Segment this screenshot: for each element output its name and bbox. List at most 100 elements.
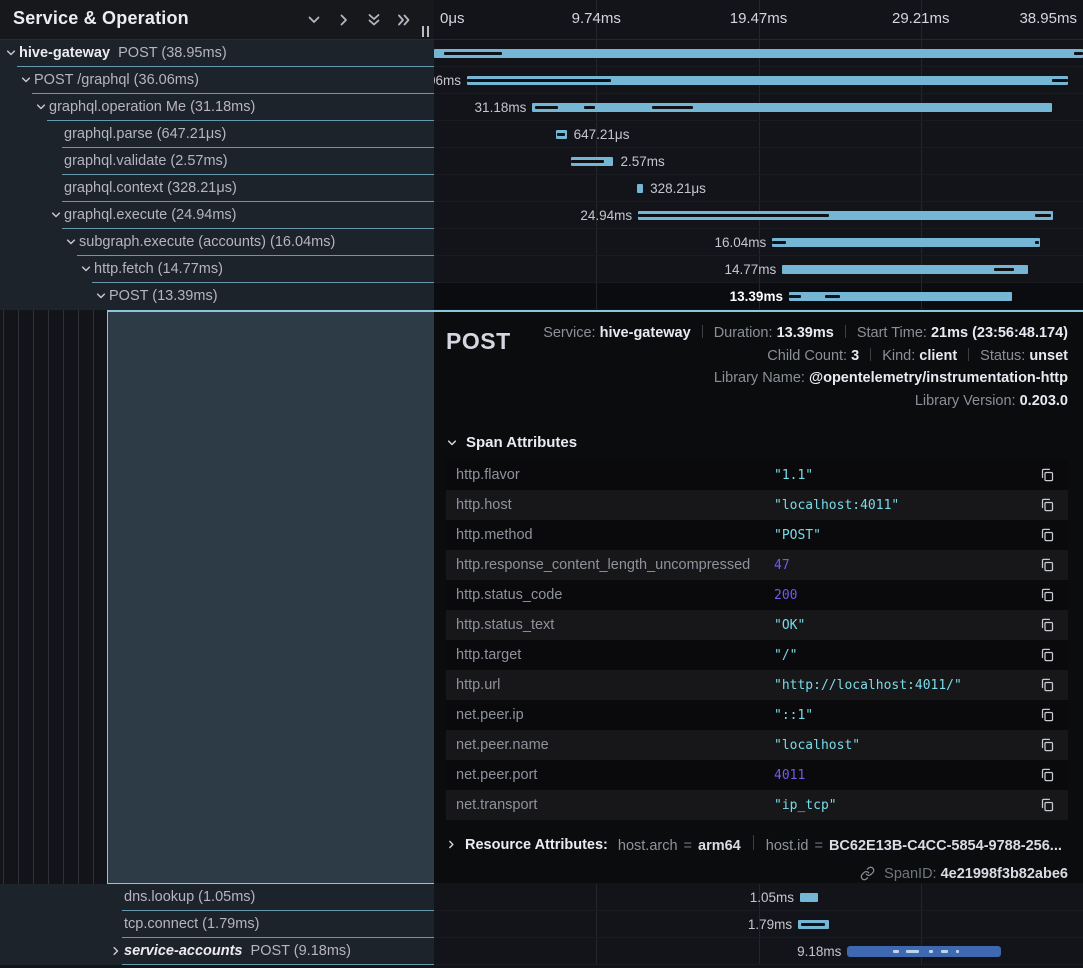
copy-icon[interactable] [1038,466,1056,484]
span-duration-bar[interactable] [467,76,1068,85]
span-duration-label: 13.39ms [730,283,783,310]
chevron-down-icon[interactable] [80,263,93,276]
span-row-name[interactable]: hive-gateway POST (38.95ms) [0,40,434,67]
span-row-name[interactable]: graphql.context (328.21μs) [0,175,434,202]
attribute-value: "localhost:4011" [774,498,1038,513]
span-attributes-header[interactable]: Span Attributes [446,434,1068,451]
timeline-gridline [759,938,760,964]
span-row-name[interactable]: dns.lookup (1.05ms) [0,884,434,911]
span-duration-bar[interactable] [434,49,1083,58]
meta-value: client [919,348,957,364]
resource-divider [753,835,754,850]
child-span-marker [941,950,949,953]
span-row-timeline[interactable]: 9.18ms [434,938,1083,965]
attribute-value: "::1" [774,708,1038,723]
expand-one-icon[interactable] [335,11,352,28]
span-row-name[interactable]: graphql.validate (2.57ms) [0,148,434,175]
copy-icon[interactable] [1038,736,1056,754]
link-icon[interactable] [860,866,875,881]
span-duration-bar[interactable] [532,103,1051,112]
span-row-timeline[interactable]: 14.77ms [434,256,1083,283]
span-row-timeline[interactable]: 36.06ms [434,67,1083,94]
span-duration-label: 2.57ms [620,148,664,175]
chevron-down-icon[interactable] [95,290,108,303]
copy-icon[interactable] [1038,706,1056,724]
chevron-down-icon[interactable] [20,74,33,87]
chevron-down-icon[interactable] [50,209,63,222]
span-row-name[interactable]: service-accounts POST (9.18ms) [0,938,434,965]
timeline-rows-bottom: 1.05ms1.79ms9.18ms [434,884,1083,965]
child-span-marker [584,106,594,109]
span-row-timeline[interactable]: 1.79ms [434,911,1083,938]
span-row-timeline[interactable]: 328.21μs [434,175,1083,202]
meta-value: @opentelemetry/instrumentation-http [809,370,1068,386]
span-id-value: 4e21998f3b82abe6 [941,866,1068,882]
resource-key: host.arch [618,838,678,854]
chevron-right-icon[interactable] [110,945,123,958]
span-row-name[interactable]: graphql.execute (24.94ms) [0,202,434,229]
copy-icon[interactable] [1038,766,1056,784]
chevron-down-icon[interactable] [65,236,78,249]
collapse-one-icon[interactable] [305,11,322,28]
span-row-timeline[interactable]: 647.21μs [434,121,1083,148]
timeline-gridline [921,175,922,201]
span-duration-bar[interactable] [571,157,614,166]
span-row-name[interactable]: POST /graphql (36.06ms) [0,67,434,94]
attribute-value: "localhost" [774,738,1038,753]
span-duration-bar[interactable] [847,946,1000,957]
span-row-timeline[interactable]: 2.57ms [434,148,1083,175]
span-row-timeline[interactable]: 24.94ms [434,202,1083,229]
copy-icon[interactable] [1038,556,1056,574]
operation-name: POST /graphql (36.06ms) [34,72,199,88]
column-resize-grip[interactable] [422,26,429,37]
attribute-value: "OK" [774,618,1038,633]
timeline-gridline [921,148,922,174]
span-row-name[interactable]: graphql.operation Me (31.18ms) [0,94,434,121]
span-duration-label: 14.77ms [724,256,776,283]
span-row-timeline[interactable]: 16.04ms [434,229,1083,256]
span-duration-bar[interactable] [638,211,1053,220]
span-duration-bar[interactable] [637,184,643,193]
chevron-down-icon[interactable] [5,47,18,60]
span-row-name[interactable]: subgraph.execute (accounts) (16.04ms) [0,229,434,256]
span-duration-label: 24.94ms [580,202,632,229]
span-duration-label: 328.21μs [650,175,706,202]
timeline-gridline [759,121,760,147]
meta-value: 13.39ms [777,325,834,341]
resource-value: BC62E13B-C4CC-5854-9788-256... [829,838,1062,854]
span-duration-bar[interactable] [800,893,818,902]
copy-icon[interactable] [1038,616,1056,634]
span-row-name[interactable]: http.fetch (14.77ms) [0,256,434,283]
collapse-all-icon[interactable] [365,11,382,28]
span-row-timeline[interactable]: 31.18ms [434,94,1083,121]
child-span-marker [801,923,825,926]
child-span-marker [1074,52,1083,55]
copy-icon[interactable] [1038,646,1056,664]
attribute-value: 200 [774,588,1038,603]
span-row-name[interactable]: tcp.connect (1.79ms) [0,911,434,938]
copy-icon[interactable] [1038,526,1056,544]
resource-attributes-row[interactable]: Resource Attributes: host.arch=arm64host… [446,835,1068,854]
span-row-timeline[interactable] [434,40,1083,67]
span-duration-bar[interactable] [798,920,829,929]
timeline-axis: 0μs9.74ms19.47ms29.21ms38.95ms [434,0,1083,40]
copy-icon[interactable] [1038,676,1056,694]
span-row-name[interactable]: graphql.parse (647.21μs) [0,121,434,148]
span-duration-bar[interactable] [782,265,1028,274]
copy-icon[interactable] [1038,796,1056,814]
trace-viewer: Service & Operation hive-gateway POST (3… [0,0,1083,968]
operation-name: POST (9.18ms) [251,943,351,959]
attribute-value: "1.1" [774,468,1038,483]
copy-icon[interactable] [1038,586,1056,604]
attribute-key: http.status_text [456,617,774,633]
expand-all-icon[interactable] [395,11,412,28]
span-duration-bar[interactable] [789,292,1012,301]
span-duration-bar[interactable] [556,130,567,139]
copy-icon[interactable] [1038,496,1056,514]
span-row-timeline[interactable]: 1.05ms [434,884,1083,911]
chevron-down-icon[interactable] [35,101,48,114]
span-row-name[interactable]: POST (13.39ms) [0,283,434,310]
span-duration-label: 1.05ms [750,884,794,911]
span-duration-bar[interactable] [772,238,1039,247]
span-row-timeline[interactable]: 13.39ms [434,283,1083,310]
